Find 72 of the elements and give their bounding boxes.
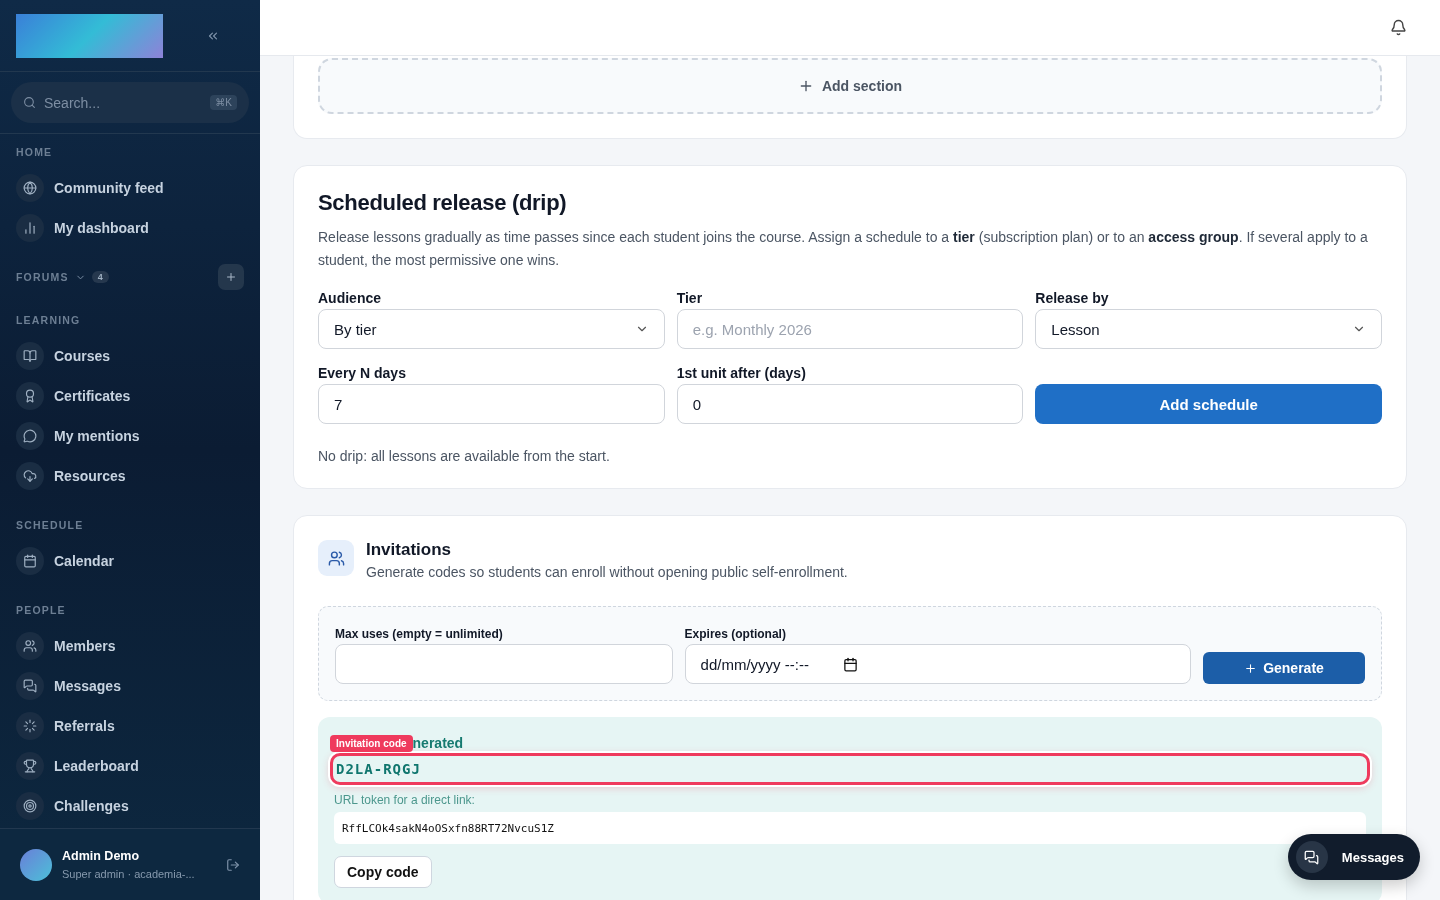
search-icon: [23, 96, 36, 109]
nav-item[interactable]: Challenges: [16, 786, 244, 826]
code-field: D2LA-RQGJ: [330, 753, 1370, 785]
avatar: [20, 848, 52, 881]
field-label: Expires (optional): [684, 627, 787, 641]
search-field[interactable]: Search... ⌘K: [11, 82, 249, 123]
input-field[interactable]: 0: [676, 384, 1024, 424]
result-title: nerated: [412, 735, 464, 751]
field-label: Release by: [1035, 290, 1110, 306]
field-label: Every N days: [318, 365, 407, 381]
nav-icon: [16, 547, 44, 575]
subtitle: Generate codes so students can enroll without opening public self-enrollment.: [366, 564, 848, 580]
select-field[interactable]: Lesson: [1035, 309, 1382, 349]
section-title: SCHEDULE: [16, 519, 84, 531]
nav-item[interactable]: Resources: [16, 456, 244, 496]
messages-button[interactable]: Messages: [1287, 834, 1420, 880]
nav-icon: [16, 462, 44, 490]
nav-item[interactable]: Community feed: [16, 168, 244, 208]
nav-icon: [16, 632, 44, 660]
nav-icon: [16, 214, 44, 242]
tag: Invitation code: [330, 734, 413, 752]
add-section-button[interactable]: Add section: [318, 58, 1382, 114]
nav-item[interactable]: Members: [16, 626, 244, 666]
section-title: Scheduled release (drip): [318, 190, 568, 216]
plus-icon: [225, 271, 237, 283]
nav-icon: [16, 712, 44, 740]
add-button[interactable]: [218, 264, 244, 290]
shortcut-badge: ⌘K: [210, 95, 237, 110]
nav-item[interactable]: My dashboard: [16, 208, 244, 248]
nav-icon: [16, 792, 44, 820]
copy-code-button[interactable]: Copy code: [334, 856, 432, 888]
field-label: 1st unit after (days): [676, 365, 807, 381]
section-title: LEARNING: [16, 314, 81, 326]
input-field[interactable]: 7: [318, 384, 665, 424]
date-field[interactable]: dd/mm/yyyy --:--: [684, 644, 1191, 684]
nav-item[interactable]: Referrals: [16, 706, 244, 746]
nav-icon: [16, 342, 44, 370]
nav-icon: [16, 382, 44, 410]
nav-icon: [16, 752, 44, 780]
description: Release lessons gradually as time passes since each student joins the course. Assign a schedule to a tier (subscription plan) or to an access group. If several apply to a student, the most permissive one wins.: [318, 228, 1369, 270]
field-label: Audience: [318, 290, 382, 306]
field-label: Tier: [676, 290, 704, 306]
plus-icon: [1244, 661, 1258, 675]
section-title: HOME: [16, 146, 53, 158]
empty-note: No drip: all lessons are available from the start.: [318, 448, 611, 464]
section-title: Invitations: [366, 540, 452, 560]
user-name: Admin Demo: [62, 849, 141, 863]
section-title: PEOPLE: [16, 604, 66, 616]
token-field: RffLCOk4sakN4oOSxfn88RT72NvcuS1Z: [334, 812, 1366, 844]
nav-item[interactable]: Calendar: [16, 541, 244, 581]
count-badge: 4: [91, 271, 109, 283]
field-label: Max uses (empty = unlimited): [335, 627, 504, 641]
nav-icon: [16, 672, 44, 700]
nav-item[interactable]: Courses: [16, 336, 244, 376]
generate-button[interactable]: Generate: [1203, 652, 1365, 684]
nav-icon: [16, 422, 44, 450]
section-title: FORUMS: [16, 271, 69, 283]
nav-icon: [16, 174, 44, 202]
user-role: Super admin · academia-...: [62, 868, 196, 880]
bell-icon[interactable]: [1390, 19, 1407, 36]
nav-item[interactable]: Leaderboard: [16, 746, 244, 786]
nav-item[interactable]: My mentions: [16, 416, 244, 456]
logout-icon[interactable]: [226, 857, 240, 872]
chat-icon: [1295, 841, 1328, 873]
users-icon: [318, 540, 354, 576]
nav-item[interactable]: Messages: [16, 666, 244, 706]
add-schedule-button[interactable]: Add schedule: [1035, 384, 1382, 424]
nav-item[interactable]: Certificates: [16, 376, 244, 416]
calendar-icon[interactable]: [842, 656, 858, 672]
select-field[interactable]: By tier: [318, 309, 665, 349]
token-label: URL token for a direct link:: [334, 793, 476, 807]
input-field[interactable]: [335, 644, 673, 684]
